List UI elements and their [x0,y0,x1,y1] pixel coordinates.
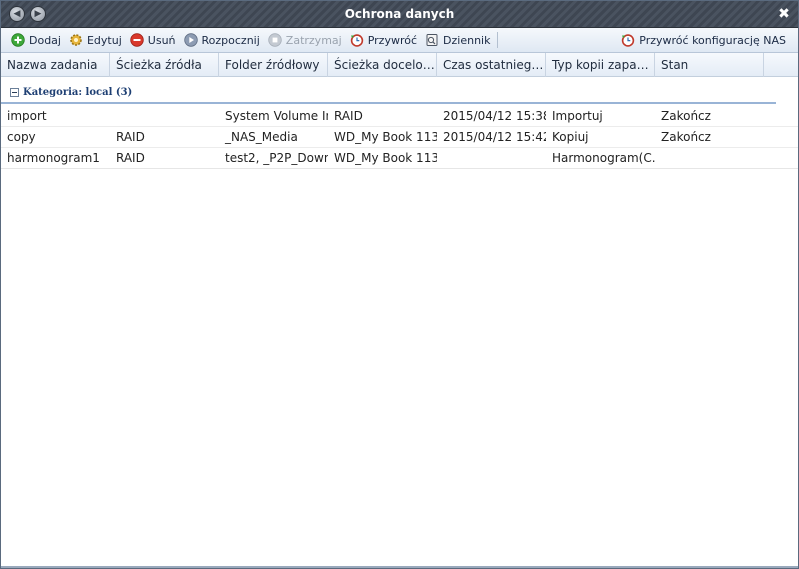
stop-button[interactable]: Zatrzymaj [264,29,346,51]
cell-backup-type: Importuj [552,109,603,123]
cell-status: Zakończ [661,130,711,144]
restore-nas-config-button[interactable]: Przywróć konfigurację NAS [617,29,790,51]
cell-source-folder: _NAS_Media [225,130,298,144]
plus-circle-icon [11,33,25,47]
cell-last-time: 2015/04/12 15:42 [443,130,546,144]
cell-last-time: 2015/04/12 15:38 [443,109,546,123]
edit-label: Edytuj [86,33,122,47]
data-protection-window: ◀ ▶ Ochrona danych ✖ Dodaj Edytuj Usuń R… [0,0,799,569]
restore-label: Przywróć [367,33,418,47]
add-label: Dodaj [29,33,61,47]
window-bottom-border [1,566,798,568]
table-row[interactable]: import System Volume Info RAID 2015/04/1… [1,106,798,127]
cell-source-path: RAID [116,151,145,165]
cell-status: Zakończ [661,109,711,123]
column-header-backup-type[interactable]: Typ kopii zapaso... [546,53,655,77]
restore-clock-icon [621,33,635,47]
cell-task-name: harmonogram1 [7,151,100,165]
cell-backup-type: Harmonogram(C... [552,151,655,165]
cell-source-folder: System Volume Info [225,109,328,123]
table-row[interactable]: harmonogram1 RAID test2, _P2P_DownLo WD_… [1,148,798,169]
column-header-source-path[interactable]: Ścieżka źródła [110,53,219,77]
cell-source-folder: test2, _P2P_DownLo [225,151,328,165]
cell-destination-path: WD_My Book 11302 [334,130,437,144]
log-label: Dziennik [443,33,491,47]
category-group-row[interactable]: Kategoria: local (3) [1,82,776,104]
column-header-destination-path[interactable]: Ścieżka docelow... [328,53,437,77]
cell-status [655,148,764,168]
cell-task-name: copy [7,130,36,144]
delete-button[interactable]: Usuń [126,29,180,51]
grid-header: Nazwa zadania Ścieżka źródła Folder źród… [1,53,798,77]
forward-arrow-icon[interactable]: ▶ [30,6,46,22]
log-button[interactable]: Dziennik [421,29,494,51]
start-button[interactable]: Rozpocznij [180,29,264,51]
cell-task-name: import [7,109,47,123]
start-label: Rozpocznij [201,33,260,47]
stop-label: Zatrzymaj [285,33,342,47]
restore-button[interactable]: Przywróć [346,29,421,51]
cell-source-path [110,106,219,126]
minus-circle-icon [130,33,144,47]
category-group-label: Kategoria: local (3) [23,86,133,98]
add-button[interactable]: Dodaj [7,29,65,51]
toolbar: Dodaj Edytuj Usuń Rozpocznij Zatrzymaj P… [1,28,798,53]
cell-destination-path: RAID [334,109,363,123]
gear-icon [69,33,83,47]
cell-backup-type: Kopiuj [552,130,589,144]
task-table: import System Volume Info RAID 2015/04/1… [1,106,798,169]
play-icon [183,33,198,47]
edit-button[interactable]: Edytuj [65,29,126,51]
column-header-status[interactable]: Stan [655,53,764,77]
cell-source-path: RAID [116,130,145,144]
cell-last-time [437,148,546,168]
column-header-task-name[interactable]: Nazwa zadania [1,53,110,77]
restore-clock-icon [350,33,364,47]
delete-label: Usuń [147,33,176,47]
cell-destination-path: WD_My Book 11302 [334,151,437,165]
toolbar-divider [497,32,499,48]
close-icon[interactable]: ✖ [776,6,792,22]
stop-icon [268,33,282,47]
restore-nas-config-label: Przywróć konfigurację NAS [639,33,786,47]
column-header-spacer [764,53,788,77]
column-header-last-time[interactable]: Czas ostatniego ... [437,53,546,77]
log-icon [425,33,439,47]
collapse-icon[interactable] [10,87,19,97]
window-title: Ochrona danych [344,7,455,21]
back-arrow-icon[interactable]: ◀ [9,6,25,22]
table-row[interactable]: copy RAID _NAS_Media WD_My Book 11302 20… [1,127,798,148]
title-bar[interactable]: ◀ ▶ Ochrona danych ✖ [1,1,798,28]
column-header-source-folder[interactable]: Folder źródłowy [219,53,328,77]
